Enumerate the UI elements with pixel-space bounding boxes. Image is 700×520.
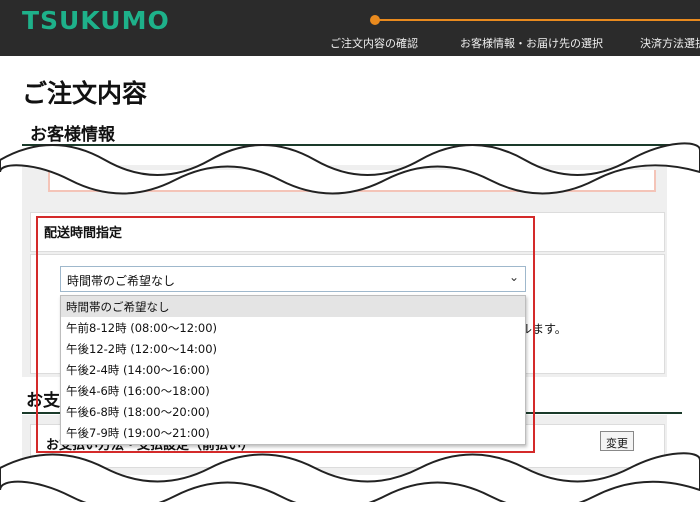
torn-edge-top (0, 142, 700, 195)
checkout-progress-line (375, 19, 700, 21)
step-payment-method: 決済方法選択 (640, 37, 700, 50)
top-header: TSUKUMO ご注文内容の確認 お客様情報・お届け先の選択 決済方法選択 (0, 0, 700, 56)
step-order-confirmation: ご注文内容の確認 (330, 37, 418, 50)
step-customer-info: お客様情報・お届け先の選択 (460, 37, 603, 50)
highlight-frame (36, 216, 535, 453)
tsukumo-logo[interactable]: TSUKUMO (22, 6, 170, 35)
change-payment-button[interactable]: 変更 (600, 431, 634, 451)
torn-edge-bottom (0, 452, 700, 520)
page-title: ご注文内容 (22, 79, 148, 108)
checkout-progress-dot (370, 15, 380, 25)
